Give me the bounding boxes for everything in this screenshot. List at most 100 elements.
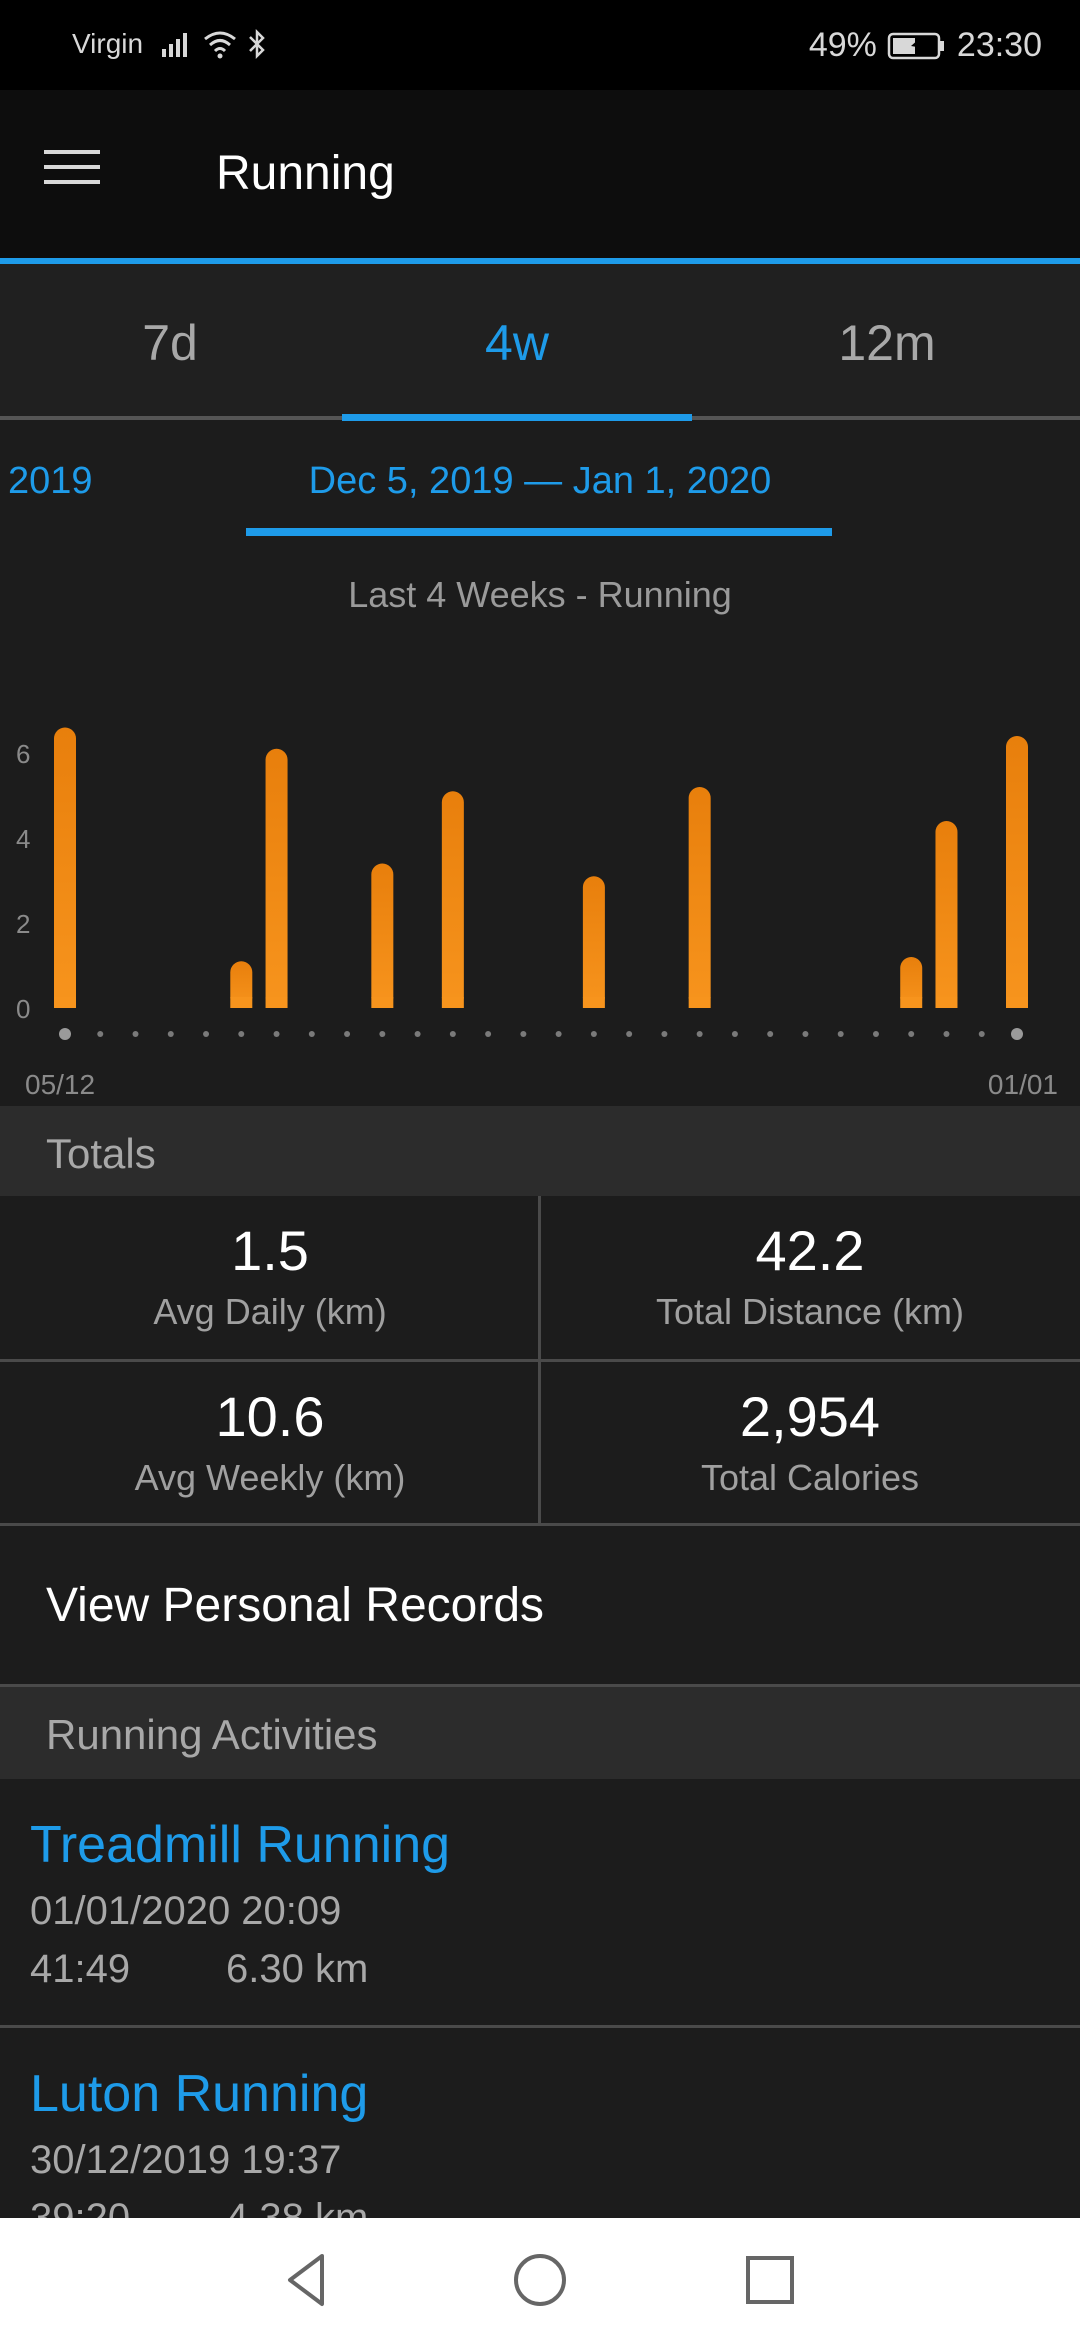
stat-label: Avg Weekly (km) bbox=[134, 1457, 406, 1498]
stat-value: 42.2 bbox=[755, 1219, 865, 1282]
x-start-label: 05/12 bbox=[25, 1069, 95, 1100]
x-axis-tick bbox=[837, 1031, 844, 1037]
totals-header-label: Totals bbox=[46, 1130, 156, 1177]
bar-base-11/12 bbox=[265, 997, 288, 1008]
x-axis-tick bbox=[872, 1031, 879, 1037]
activities-header-label: Running Activities bbox=[46, 1711, 378, 1758]
y-tick-label: 4 bbox=[16, 824, 30, 854]
x-axis-tick bbox=[520, 1031, 527, 1037]
x-axis-tick bbox=[767, 1031, 774, 1037]
status-icons bbox=[160, 26, 268, 62]
x-axis-tick bbox=[132, 1031, 139, 1037]
x-axis-tick bbox=[555, 1031, 562, 1037]
tab-12m[interactable]: 12m bbox=[737, 314, 1037, 372]
period-tabs: 7d 4w 12m bbox=[0, 264, 1080, 420]
activity-item[interactable]: Luton Running 30/12/2019 19:37 39:20 4.3… bbox=[0, 2028, 1080, 2218]
tab-4w[interactable]: 4w bbox=[367, 314, 667, 372]
status-right: 49% 23:30 bbox=[809, 26, 1042, 65]
bar-base-10/12 bbox=[230, 997, 253, 1008]
activity-duration: 39:20 bbox=[30, 2196, 131, 2218]
bar-30/12[interactable] bbox=[935, 821, 958, 1008]
stat-value: 1.5 bbox=[231, 1219, 309, 1282]
bluetooth-icon bbox=[249, 28, 265, 60]
stat-value: 2,954 bbox=[739, 1385, 881, 1448]
battery-charging-icon bbox=[887, 32, 944, 59]
home-icon[interactable] bbox=[508, 2248, 572, 2312]
activity-distance: 4.38 km bbox=[226, 2196, 369, 2218]
x-axis-tick bbox=[626, 1031, 633, 1037]
y-tick-label: 6 bbox=[16, 739, 30, 769]
bar-20/12[interactable] bbox=[582, 876, 605, 1008]
bar-01/01[interactable] bbox=[1006, 736, 1028, 1008]
x-axis-tick bbox=[344, 1031, 351, 1037]
x-axis-tick bbox=[414, 1031, 421, 1037]
activity-name: Treadmill Running bbox=[30, 1816, 451, 1874]
x-axis-tick bbox=[908, 1031, 915, 1037]
bar-05/12[interactable] bbox=[54, 727, 76, 1009]
x-axis-tick bbox=[978, 1031, 985, 1037]
app-bar: Running bbox=[0, 90, 1080, 258]
x-axis-tick bbox=[379, 1031, 386, 1037]
x-axis-tick bbox=[167, 1031, 174, 1037]
x-axis-tick bbox=[485, 1031, 492, 1037]
total-avg-daily: 1.5 Avg Daily (km) bbox=[0, 1196, 540, 1360]
bar-base-05/12 bbox=[54, 997, 76, 1008]
bar-14/12[interactable] bbox=[371, 863, 394, 1009]
active-tab-indicator bbox=[342, 414, 692, 421]
x-axis-tick bbox=[449, 1031, 456, 1037]
totals-grid: 1.5 Avg Daily (km) 42.2 Total Distance (… bbox=[0, 1196, 1080, 1526]
activity-distance: 6.30 km bbox=[226, 1947, 369, 1991]
bar-base-14/12 bbox=[371, 997, 394, 1008]
view-personal-records-label: View Personal Records bbox=[46, 1579, 545, 1632]
activity-date: 30/12/2019 19:37 bbox=[30, 2138, 342, 2182]
bar-base-20/12 bbox=[582, 997, 605, 1008]
stat-value: 10.6 bbox=[215, 1385, 325, 1448]
x-end-label: 01/01 bbox=[988, 1069, 1058, 1100]
bar-base-23/12 bbox=[688, 997, 711, 1008]
bar-16/12[interactable] bbox=[441, 791, 464, 1008]
carrier-name: Virgin bbox=[72, 28, 144, 59]
current-range-underline bbox=[246, 528, 832, 536]
x-axis-tick bbox=[661, 1031, 668, 1037]
wifi-icon bbox=[204, 31, 236, 59]
tab-7d[interactable]: 7d bbox=[20, 314, 320, 372]
grid-divider bbox=[0, 1523, 1080, 1526]
menu-button[interactable] bbox=[44, 146, 124, 206]
x-axis-tick bbox=[308, 1031, 315, 1037]
clock: 23:30 bbox=[956, 26, 1042, 64]
totals-header: Totals bbox=[0, 1106, 1080, 1198]
x-axis-tick bbox=[696, 1031, 703, 1037]
recents-icon[interactable] bbox=[738, 2248, 802, 2312]
activities-header: Running Activities bbox=[0, 1687, 1080, 1779]
bar-11/12[interactable] bbox=[265, 748, 288, 1008]
activity-duration: 41:49 bbox=[30, 1947, 131, 1991]
x-axis-tick bbox=[97, 1031, 104, 1037]
date-range-selector: 2019 Dec 5, 2019 — Jan 1, 2020 bbox=[0, 424, 1080, 544]
activity-name: Luton Running bbox=[30, 2065, 369, 2123]
page-title: Running bbox=[216, 147, 395, 200]
view-personal-records-button[interactable]: View Personal Records bbox=[0, 1528, 1080, 1684]
chart-title: Last 4 Weeks - Running bbox=[348, 574, 732, 615]
x-axis-tick bbox=[590, 1031, 597, 1037]
bar-base-29/12 bbox=[900, 997, 923, 1008]
x-axis-tick bbox=[731, 1031, 738, 1037]
hamburger-menu-icon bbox=[44, 150, 100, 184]
back-icon[interactable] bbox=[276, 2248, 340, 2312]
running-bar-chart: 0 2 4 6 05/12 01/01 bbox=[16, 727, 1058, 1100]
grid-divider bbox=[0, 1359, 1080, 1362]
bar-base-16/12 bbox=[441, 997, 464, 1008]
status-bar: Virgin 49% 23:30 bbox=[0, 0, 1080, 90]
stat-label: Total Distance (km) bbox=[655, 1291, 965, 1332]
bar-23/12[interactable] bbox=[688, 787, 711, 1008]
stat-label: Total Calories bbox=[700, 1457, 920, 1498]
previous-range[interactable]: 2019 bbox=[8, 460, 93, 503]
activity-item[interactable]: Treadmill Running 01/01/2020 20:09 41:49… bbox=[0, 1779, 1080, 2025]
x-axis-tick bbox=[238, 1031, 245, 1037]
y-tick-label: 0 bbox=[16, 994, 30, 1024]
current-range[interactable]: Dec 5, 2019 — Jan 1, 2020 bbox=[246, 460, 834, 503]
signal-icon bbox=[162, 33, 187, 57]
system-nav-bar bbox=[0, 2218, 1080, 2340]
x-axis-tick bbox=[802, 1031, 809, 1037]
y-tick-label: 2 bbox=[16, 909, 30, 939]
bar-base-01/01 bbox=[1006, 997, 1028, 1008]
